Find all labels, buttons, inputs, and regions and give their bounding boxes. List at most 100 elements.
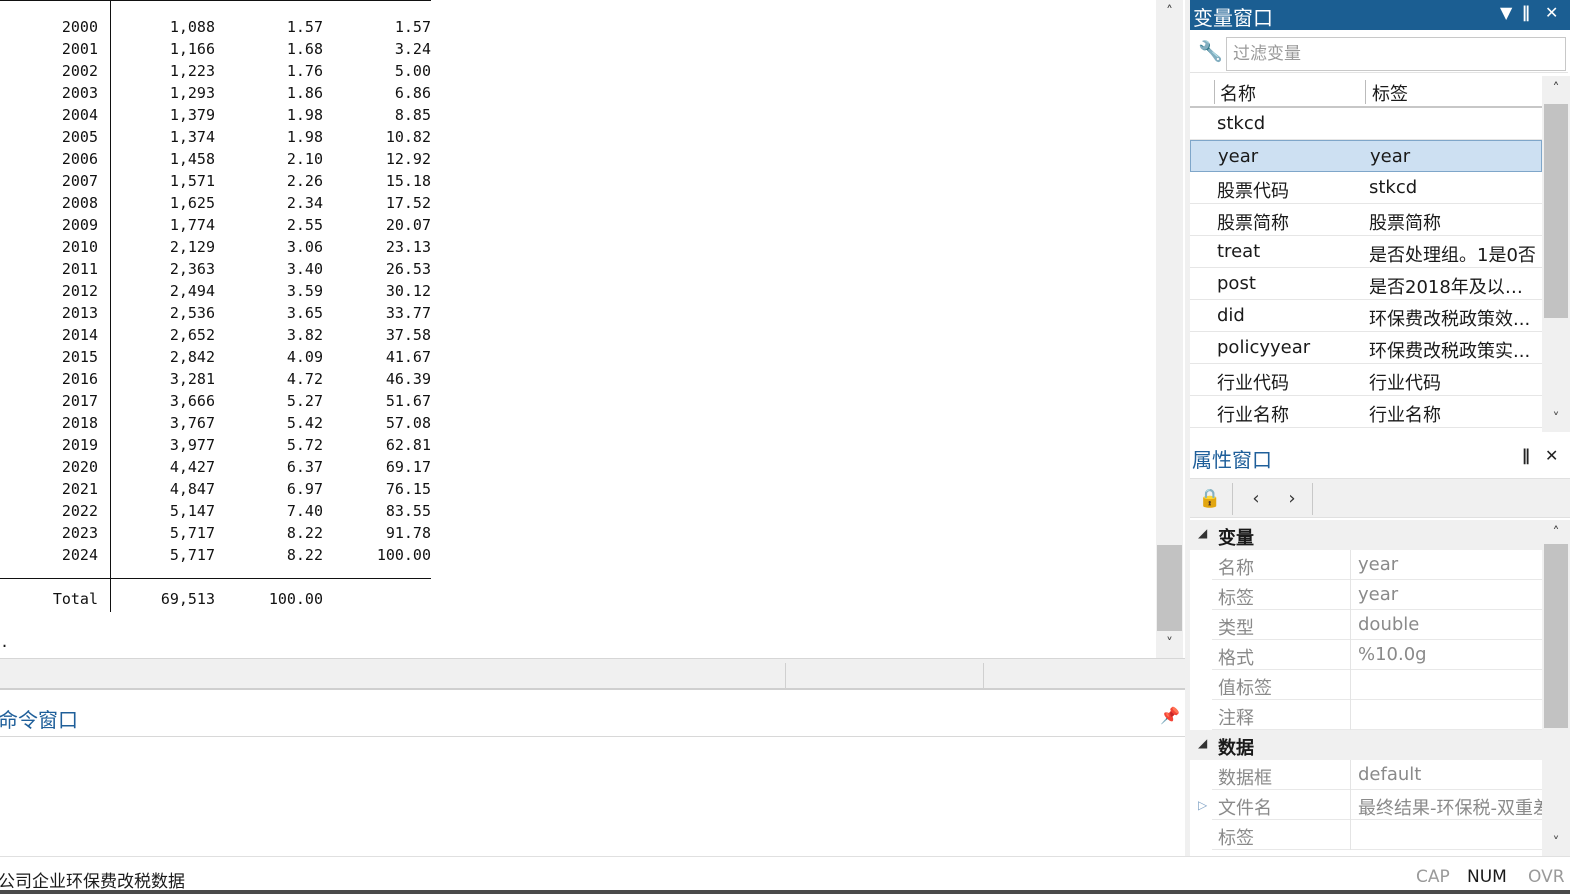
pin-icon[interactable]: ∥	[1522, 3, 1530, 22]
table-row: 2001 1,166 1.68 3.24	[0, 40, 440, 62]
variable-row[interactable]: 行业名称 行业名称	[1190, 396, 1542, 428]
table-row: 2010 2,129 3.06 23.13	[0, 238, 440, 260]
freq-cell: 5,717	[169, 546, 215, 564]
property-row[interactable]: 数据框 default	[1212, 760, 1542, 790]
variable-row[interactable]: 股票简称 股票简称	[1190, 204, 1542, 236]
variables-scrollbar[interactable]: ˄ ˅	[1542, 76, 1570, 432]
variable-label: 股票简称	[1369, 213, 1441, 234]
chevron-down-icon[interactable]: ˅	[1542, 832, 1570, 854]
property-key: 文件名	[1218, 798, 1272, 819]
chevron-up-icon[interactable]: ˄	[1542, 78, 1570, 100]
freq-cell: 4,847	[169, 480, 215, 498]
collapse-triangle-icon[interactable]: ◢	[1198, 736, 1207, 750]
dataset-label: 公司企业环保费改税数据	[0, 872, 185, 892]
properties-scroll-thumb[interactable]	[1544, 544, 1568, 728]
properties-window-title: 属性窗口	[1192, 448, 1272, 472]
property-row[interactable]: 文件名 最终结果-环保税-双重差	[1212, 790, 1542, 820]
variable-row[interactable]: treat 是否处理组。1是0否	[1190, 236, 1542, 268]
property-row[interactable]: 值标签	[1212, 670, 1542, 700]
percent-cell: 3.06	[286, 238, 323, 256]
variable-row[interactable]: did 环保费改税政策效...	[1190, 300, 1542, 332]
property-row[interactable]: 格式 %10.0g	[1212, 640, 1542, 670]
year-cell: 2010	[61, 238, 98, 256]
lock-icon[interactable]: 🔒	[1190, 481, 1230, 517]
property-row[interactable]: 名称 year	[1212, 550, 1542, 580]
variable-row[interactable]: policyyear 环保费改税政策实...	[1190, 332, 1542, 364]
property-value: year	[1358, 584, 1399, 605]
pin-icon[interactable]: 📌	[1160, 706, 1180, 725]
table-row: 2006 1,458 2.10 12.92	[0, 150, 440, 172]
freq-cell: 2,494	[169, 282, 215, 300]
command-window[interactable]: 命令窗口 📌	[0, 692, 1185, 856]
table-row: 2013 2,536 3.65 33.77	[0, 304, 440, 326]
property-value: 最终结果-环保税-双重差	[1358, 798, 1542, 819]
cum-cell: 15.18	[385, 172, 431, 190]
pin-icon[interactable]: ∥	[1522, 446, 1530, 465]
cum-cell: 30.12	[385, 282, 431, 300]
property-section-title: 数据	[1218, 738, 1254, 759]
close-icon[interactable]: ✕	[1545, 3, 1558, 22]
property-row[interactable]: 类型 double	[1212, 610, 1542, 640]
chevron-down-icon[interactable]: ˅	[1542, 408, 1570, 430]
variable-row[interactable]: 股票代码 stkcd	[1190, 172, 1542, 204]
variable-row[interactable]: post 是否2018年及以后...	[1190, 268, 1542, 300]
property-key: 注释	[1218, 708, 1254, 729]
year-cell: 2004	[61, 106, 98, 124]
column-separator	[1365, 80, 1366, 104]
table-row: 2016 3,281 4.72 46.39	[0, 370, 440, 392]
percent-cell: 6.97	[286, 480, 323, 498]
variable-row[interactable]: 行业代码 行业代码	[1190, 364, 1542, 396]
filter-icon[interactable]: ▼	[1500, 3, 1512, 22]
total-label: Total	[52, 590, 98, 608]
variable-row[interactable]: stkcd	[1190, 108, 1542, 140]
expand-triangle-icon[interactable]: ▷	[1198, 798, 1207, 812]
year-cell: 2013	[61, 304, 98, 322]
results-scrollbar[interactable]: ˄ ˅	[1156, 0, 1183, 658]
variables-scroll-thumb[interactable]	[1544, 104, 1568, 318]
property-section-title: 变量	[1218, 528, 1254, 549]
properties-scrollbar[interactable]: ˄ ˅	[1542, 520, 1570, 856]
table-row: 2022 5,147 7.40 83.55	[0, 502, 440, 524]
chevron-up-icon[interactable]: ˄	[1156, 0, 1183, 24]
property-section-header[interactable]: ◢ 数据	[1190, 730, 1542, 760]
chevron-up-icon[interactable]: ˄	[1542, 522, 1570, 544]
property-value: %10.0g	[1358, 644, 1427, 665]
results-scroll-thumb[interactable]	[1157, 545, 1182, 631]
freq-cell: 4,427	[169, 458, 215, 476]
table-row: 2004 1,379 1.98 8.85	[0, 106, 440, 128]
close-icon[interactable]: ✕	[1545, 446, 1558, 465]
table-row: 2008 1,625 2.34 17.52	[0, 194, 440, 216]
cum-cell: 3.24	[394, 40, 431, 58]
freq-cell: 1,088	[169, 18, 215, 36]
table-row: 2009 1,774 2.55 20.07	[0, 216, 440, 238]
variable-name: did	[1217, 305, 1245, 326]
property-column-separator	[1350, 790, 1351, 820]
chevron-left-icon[interactable]: ‹	[1236, 481, 1276, 517]
freq-cell: 1,774	[169, 216, 215, 234]
year-cell: 2011	[61, 260, 98, 278]
percent-cell: 1.76	[286, 62, 323, 80]
column-header-name[interactable]: 名称	[1220, 80, 1256, 106]
wrench-icon[interactable]: 🔧	[1198, 39, 1223, 63]
chevron-right-icon[interactable]: ›	[1272, 481, 1312, 517]
year-cell: 2016	[61, 370, 98, 388]
percent-cell: 1.57	[286, 18, 323, 36]
property-row[interactable]: 标签 year	[1212, 580, 1542, 610]
percent-cell: 2.34	[286, 194, 323, 212]
percent-cell: 7.40	[286, 502, 323, 520]
property-row[interactable]: 注释	[1212, 700, 1542, 730]
property-row[interactable]: 标签	[1212, 820, 1542, 850]
year-cell: 2012	[61, 282, 98, 300]
percent-cell: 1.68	[286, 40, 323, 58]
collapse-triangle-icon[interactable]: ◢	[1198, 526, 1207, 540]
property-key: 标签	[1218, 588, 1254, 609]
cum-cell: 17.52	[385, 194, 431, 212]
variable-row[interactable]: year year	[1190, 140, 1542, 172]
property-section-header[interactable]: ◢ 变量	[1190, 520, 1542, 550]
freq-cell: 2,363	[169, 260, 215, 278]
column-header-label[interactable]: 标签	[1372, 80, 1408, 106]
chevron-down-icon[interactable]: ˅	[1156, 632, 1183, 656]
filter-variables-input[interactable]	[1226, 37, 1566, 71]
percent-cell: 2.26	[286, 172, 323, 190]
variables-window: 变量窗口 ▼ ∥ ✕ 🔧 名称 标签 stkcd year year 股票代码 stkc…	[1190, 0, 1570, 436]
